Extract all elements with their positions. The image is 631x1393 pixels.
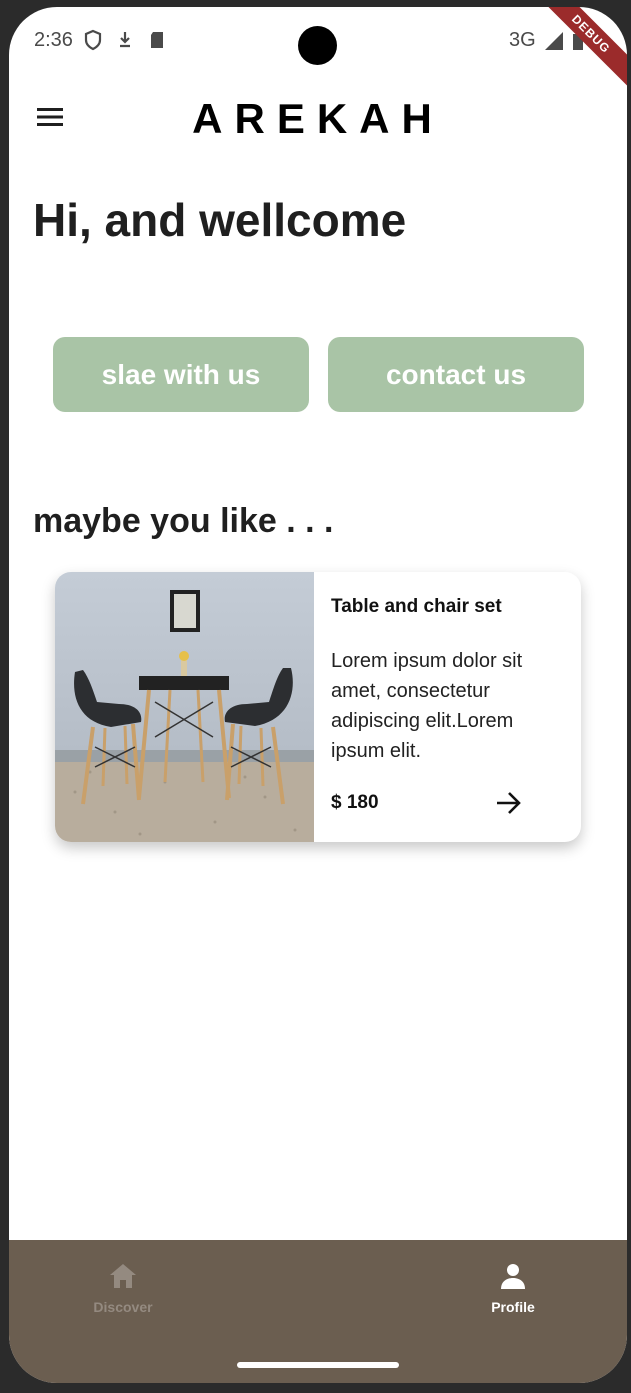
shield-icon — [84, 29, 102, 51]
product-image — [55, 572, 314, 842]
product-price: $ 180 — [331, 792, 379, 813]
download-icon — [120, 32, 130, 48]
camera-cutout — [298, 26, 337, 65]
nav-item-discover[interactable]: Discover — [73, 1262, 173, 1315]
status-icons-right: 3G — [509, 29, 584, 52]
person-icon — [501, 1264, 525, 1289]
sale-with-us-button[interactable]: slae with us — [53, 337, 309, 412]
debug-banner: DEBUG — [526, 7, 627, 99]
sd-card-icon — [151, 32, 163, 48]
product-title: Table and chair set — [331, 596, 502, 617]
phone-screen: 2:36 3G DEBUG AREKAH Hi, and wellcome sl… — [9, 7, 627, 1383]
nav-label-profile: Profile — [491, 1299, 535, 1315]
home-icon — [110, 1264, 136, 1288]
product-description: Lorem ipsum dolor sit amet, consectetur … — [331, 650, 523, 762]
nav-label-discover: Discover — [93, 1299, 153, 1315]
home-indicator[interactable] — [237, 1362, 399, 1368]
greeting-heading: Hi, and wellcome — [33, 194, 407, 246]
signal-icon — [544, 31, 563, 50]
contact-us-button[interactable]: contact us — [328, 337, 584, 412]
status-icons-left — [83, 29, 167, 51]
status-time: 2:36 — [34, 29, 73, 51]
section-title: maybe you like . . . — [33, 502, 334, 540]
network-label: 3G — [509, 29, 536, 51]
app-brand-title: AREKAH — [192, 95, 444, 142]
arrow-right-icon[interactable] — [495, 790, 523, 816]
nav-item-profile[interactable]: Profile — [463, 1262, 563, 1315]
product-card[interactable]: Table and chair set Lorem ipsum dolor si… — [55, 572, 581, 842]
